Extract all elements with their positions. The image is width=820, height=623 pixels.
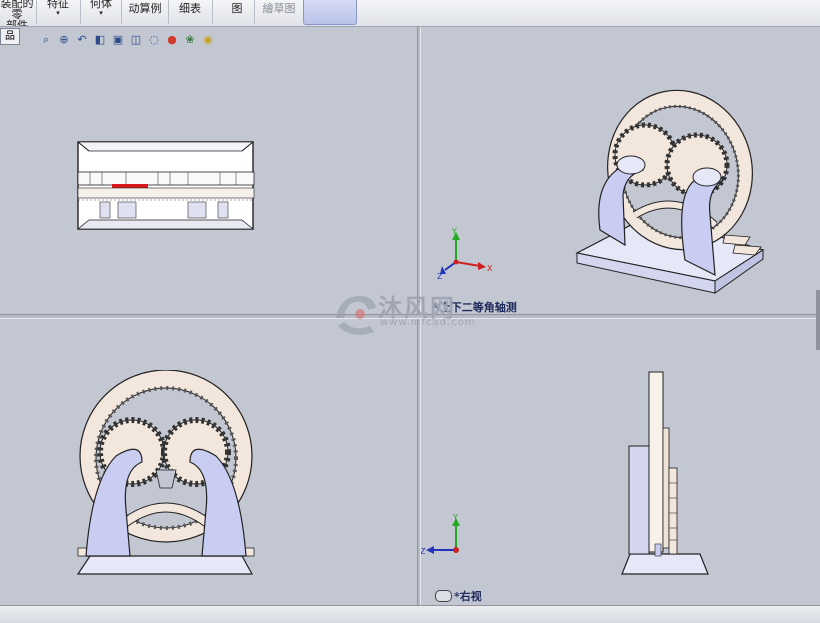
ribbon-label: 动算例 [128, 2, 162, 15]
ribbon-features-button[interactable]: 特征 ▾ [40, 0, 76, 26]
previous-view-icon[interactable]: ↶ [74, 32, 90, 48]
status-bar [0, 605, 820, 623]
ribbon-label: 装配的零 [0, 0, 34, 21]
coordinate-triad: Y X Z [437, 228, 493, 280]
front-view-model [76, 370, 255, 575]
triad-z-label: Z [437, 272, 443, 280]
ribbon-motion-study-button[interactable]: 动算例 [124, 0, 166, 29]
ribbon-sketch-button[interactable]: 繪草图 [258, 0, 300, 29]
ribbon-label: 图 [231, 2, 243, 15]
ribbon-geometry-button[interactable]: 何体 ▾ [84, 0, 118, 26]
hide-show-icon[interactable]: ◌ [146, 32, 162, 48]
display-style-icon[interactable]: ◫ [128, 32, 144, 48]
command-manager: 装配的零 部件 特征 ▾ 何体 ▾ 动算例 细表 图 繪草图 [0, 0, 820, 27]
link-views-icon[interactable] [435, 590, 452, 602]
ribbon-active-tab[interactable] [303, 0, 357, 25]
ribbon-label: 部件 [6, 19, 28, 26]
triad-y-label: Y [451, 228, 457, 236]
triad-x-label: X [487, 264, 493, 273]
view-orientation-icon[interactable]: ▣ [110, 32, 126, 48]
ribbon-separator [168, 0, 169, 24]
ribbon-separator [80, 0, 81, 24]
chevron-down-icon: ▾ [56, 9, 60, 17]
zoom-area-icon[interactable]: ⊕ [56, 32, 72, 48]
ribbon-bom-button[interactable]: 细表 [172, 0, 208, 29]
top-view-model [76, 141, 255, 230]
coordinate-triad-right: Y Z [420, 514, 460, 556]
edit-appearance-icon[interactable]: ● [164, 32, 180, 48]
scrollbar[interactable] [816, 290, 820, 350]
isometric-view-model [575, 89, 765, 294]
ribbon-assembly-parts-button[interactable]: 装配的零 部件 [0, 0, 34, 26]
watermark-url: www.mfcad.com [380, 317, 476, 328]
ribbon-label: 细表 [179, 2, 201, 15]
right-view-label: *右视 [454, 590, 482, 603]
zoom-to-fit-icon[interactable]: ⌕ [38, 32, 54, 48]
triad-y-label: Y [452, 514, 458, 522]
feature-tree-tab[interactable]: 品 [0, 28, 20, 45]
ribbon-drawing-button[interactable]: 图 [222, 0, 252, 29]
ribbon-label: 繪草图 [262, 2, 296, 15]
ribbon-separator [212, 0, 213, 24]
ribbon-separator [254, 0, 255, 24]
right-view-model [621, 371, 709, 575]
ribbon-separator [121, 0, 122, 24]
apply-scene-icon[interactable]: ❀ [182, 32, 198, 48]
section-view-icon[interactable]: ◧ [92, 32, 108, 48]
heads-up-view-toolbar: ⌕ ⊕ ↶ ◧ ▣ ◫ ◌ ● ❀ ◉ [38, 32, 216, 50]
view-settings-icon[interactable]: ◉ [200, 32, 216, 48]
ribbon-separator [36, 0, 37, 24]
